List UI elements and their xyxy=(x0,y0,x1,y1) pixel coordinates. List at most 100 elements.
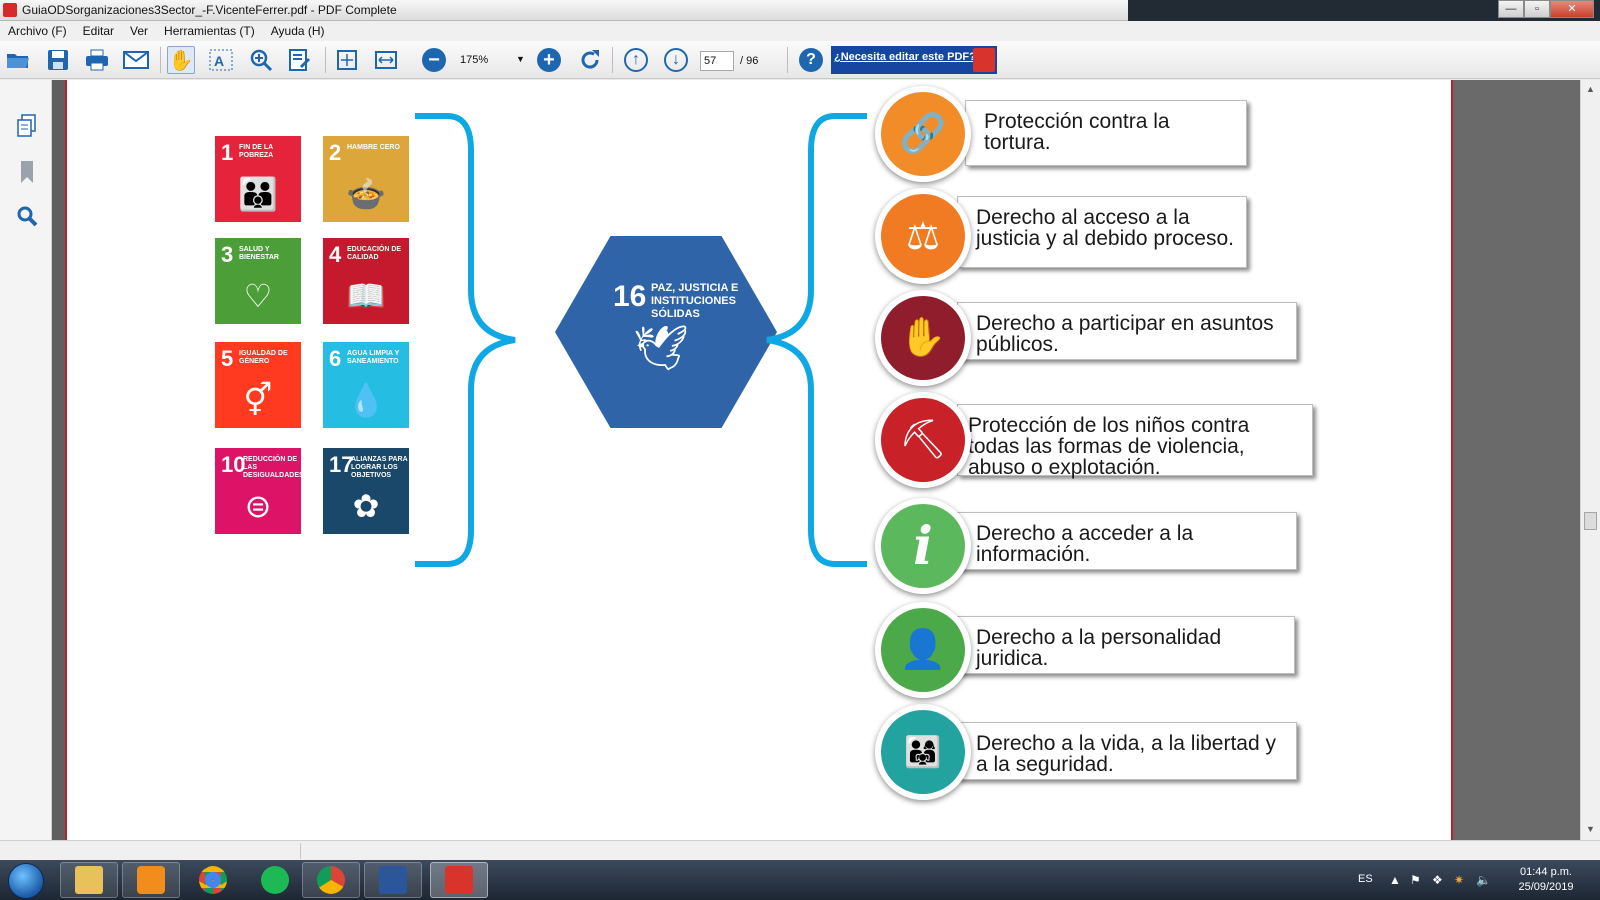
right-item-text: Protección de los niños contra todas las… xyxy=(968,414,1250,479)
sdg-number: 10 xyxy=(221,452,246,477)
fit-width-icon[interactable] xyxy=(372,46,400,74)
page-gutter xyxy=(1453,80,1580,840)
toolbar-separator xyxy=(787,47,788,73)
menu-ayuda[interactable]: Ayuda (H) xyxy=(263,21,333,41)
scales-icon: ⚖ xyxy=(881,194,965,278)
sdg-number: 3 xyxy=(221,242,234,267)
volume-icon[interactable]: 🔈 xyxy=(1476,873,1491,887)
sdg-tile-17: 17 ALIANZAS PARA LOGRAR LOS OBJETIVOS ✿ xyxy=(323,448,409,534)
sdg-caption: IGUALDAD DE GÉNERO xyxy=(239,350,288,365)
text-select-icon[interactable]: A xyxy=(207,46,235,74)
right-item-box: Derecho a la vida, a la libertad y a la … xyxy=(957,722,1297,780)
right-brace xyxy=(766,113,867,567)
taskbar-spotify[interactable] xyxy=(246,862,304,898)
toolbar-separator xyxy=(612,47,613,73)
next-page-icon[interactable]: ↓ xyxy=(664,48,688,72)
scroll-thumb[interactable] xyxy=(1584,512,1597,530)
network-icon[interactable]: ✷ xyxy=(1454,873,1464,887)
page-number-input[interactable]: 57 xyxy=(700,51,734,71)
menu-ver[interactable]: Ver xyxy=(122,21,156,41)
person-icon: 👤 xyxy=(881,608,965,692)
info-icon: i xyxy=(881,504,965,588)
print-icon[interactable] xyxy=(83,46,111,74)
gender-symbol-icon: ⚥ xyxy=(243,382,273,418)
taskbar-chrome-2[interactable] xyxy=(302,862,360,898)
system-clock[interactable]: 01:44 p.m. 25/09/2019 xyxy=(1506,865,1586,895)
taskbar-chrome[interactable] xyxy=(184,862,242,898)
dropbox-icon[interactable]: ❖ xyxy=(1432,873,1443,887)
raised-hands-icon: ✋ xyxy=(881,296,965,380)
menu-archivo[interactable]: Archivo (F) xyxy=(0,21,75,41)
show-hidden-icons-icon[interactable]: ▲ xyxy=(1389,873,1401,887)
zoom-out-icon[interactable]: − xyxy=(422,48,446,72)
window-controls: — ▫ ✕ xyxy=(1498,0,1594,18)
pdf-badge-icon xyxy=(973,48,995,72)
scroll-down-icon[interactable]: ▼ xyxy=(1586,824,1595,834)
start-button[interactable] xyxy=(8,863,44,899)
save-icon[interactable] xyxy=(44,46,72,74)
sdg-tile-4: 4 EDUCACIÓN DE CALIDAD 📖 xyxy=(323,238,409,324)
help-icon[interactable]: ? xyxy=(799,48,823,72)
scroll-up-icon[interactable]: ▲ xyxy=(1586,84,1595,94)
zoom-level[interactable]: 175% xyxy=(460,54,488,66)
taskbar-word[interactable] xyxy=(364,862,422,898)
family-icon: 👪 xyxy=(238,176,278,212)
document-viewport[interactable]: 1 FIN DE LA POBREZA 👪 2 HAMBRE CERO 🍲 3 … xyxy=(52,80,1580,840)
toolbar-separator xyxy=(160,47,161,73)
fit-page-icon[interactable] xyxy=(333,46,361,74)
taskbar-pdf-complete[interactable] xyxy=(430,862,488,898)
zoom-dropdown-icon[interactable]: ▼ xyxy=(516,54,525,64)
sdg-number: 1 xyxy=(221,140,234,165)
status-divider xyxy=(300,843,301,859)
heartbeat-icon: ♡ xyxy=(243,278,273,314)
pages-panel-icon[interactable] xyxy=(15,114,39,138)
sdg-number: 4 xyxy=(329,242,342,267)
page-total: / 96 xyxy=(740,55,759,67)
sdg-16-number: 16 xyxy=(613,280,647,313)
right-item-circle: i xyxy=(875,498,971,594)
right-item-text: Protección contra la tortura. xyxy=(984,110,1170,154)
language-indicator[interactable]: ES xyxy=(1358,873,1373,885)
pdf-app-icon xyxy=(3,3,17,17)
pdf-complete-icon xyxy=(445,866,473,894)
minimize-button[interactable]: — xyxy=(1498,0,1524,18)
sdg-tile-1: 1 FIN DE LA POBREZA 👪 xyxy=(215,136,301,222)
zoom-tool-icon[interactable] xyxy=(247,46,275,74)
food-bowl-icon: 🍲 xyxy=(346,176,386,212)
book-icon: 📖 xyxy=(346,278,386,314)
right-item-circle: ⛏ xyxy=(875,392,971,488)
right-item-box: Derecho a participar en asuntos públicos… xyxy=(957,302,1297,360)
close-button[interactable]: ✕ xyxy=(1550,0,1594,18)
taskbar-file-explorer[interactable] xyxy=(60,862,118,898)
open-folder-icon[interactable] xyxy=(4,46,32,74)
menu-editar[interactable]: Editar xyxy=(75,21,122,41)
sdg-tile-2: 2 HAMBRE CERO 🍲 xyxy=(323,136,409,222)
word-icon xyxy=(379,866,407,894)
annotate-icon[interactable] xyxy=(286,46,314,74)
sdg-caption: FIN DE LA POBREZA xyxy=(239,144,274,159)
spotify-icon xyxy=(261,866,289,894)
action-center-flag-icon[interactable]: ⚑ xyxy=(1410,873,1421,887)
sdg-caption: SALUD Y BIENESTAR xyxy=(239,246,279,261)
previous-page-icon[interactable]: ↑ xyxy=(624,48,648,72)
sdg-caption: AGUA LIMPIA Y SANEAMIENTO xyxy=(347,350,400,365)
hand-tool-icon[interactable]: ✋ xyxy=(167,46,195,74)
sdg-caption: ALIANZAS PARA LOGRAR LOS OBJETIVOS xyxy=(351,456,408,479)
rotate-icon[interactable] xyxy=(576,46,604,74)
right-item-box: Derecho a la personalidad juridica. xyxy=(957,616,1295,674)
sdg-16-hexagon: 16 PAZ, JUSTICIA E INSTITUCIONES SÓLIDAS… xyxy=(555,236,777,428)
toolbar: ✋ A − 175% ▼ + ↑ ↓ 57 / 96 ? ¿Necesita e… xyxy=(0,41,1600,79)
menu-herramientas[interactable]: Herramientas (T) xyxy=(156,21,263,41)
vertical-scrollbar[interactable]: ▲ ▼ xyxy=(1580,80,1600,840)
email-icon[interactable] xyxy=(122,46,150,74)
title-bar: GuiaODSorganizaciones3Sector_-F.VicenteF… xyxy=(0,0,1600,21)
taskbar-media-player[interactable] xyxy=(122,862,180,898)
sdg-caption: EDUCACIÓN DE CALIDAD xyxy=(347,246,402,261)
menu-bar: Archivo (F) Editar Ver Herramientas (T) … xyxy=(0,21,1600,41)
svg-text:A: A xyxy=(214,53,224,69)
bookmarks-panel-icon[interactable] xyxy=(15,160,39,184)
zoom-in-icon[interactable]: + xyxy=(537,48,561,72)
search-panel-icon[interactable] xyxy=(15,204,39,228)
restore-button[interactable]: ▫ xyxy=(1524,0,1550,18)
edit-pdf-promo-button[interactable]: ¿Necesita editar este PDF? xyxy=(831,46,997,74)
